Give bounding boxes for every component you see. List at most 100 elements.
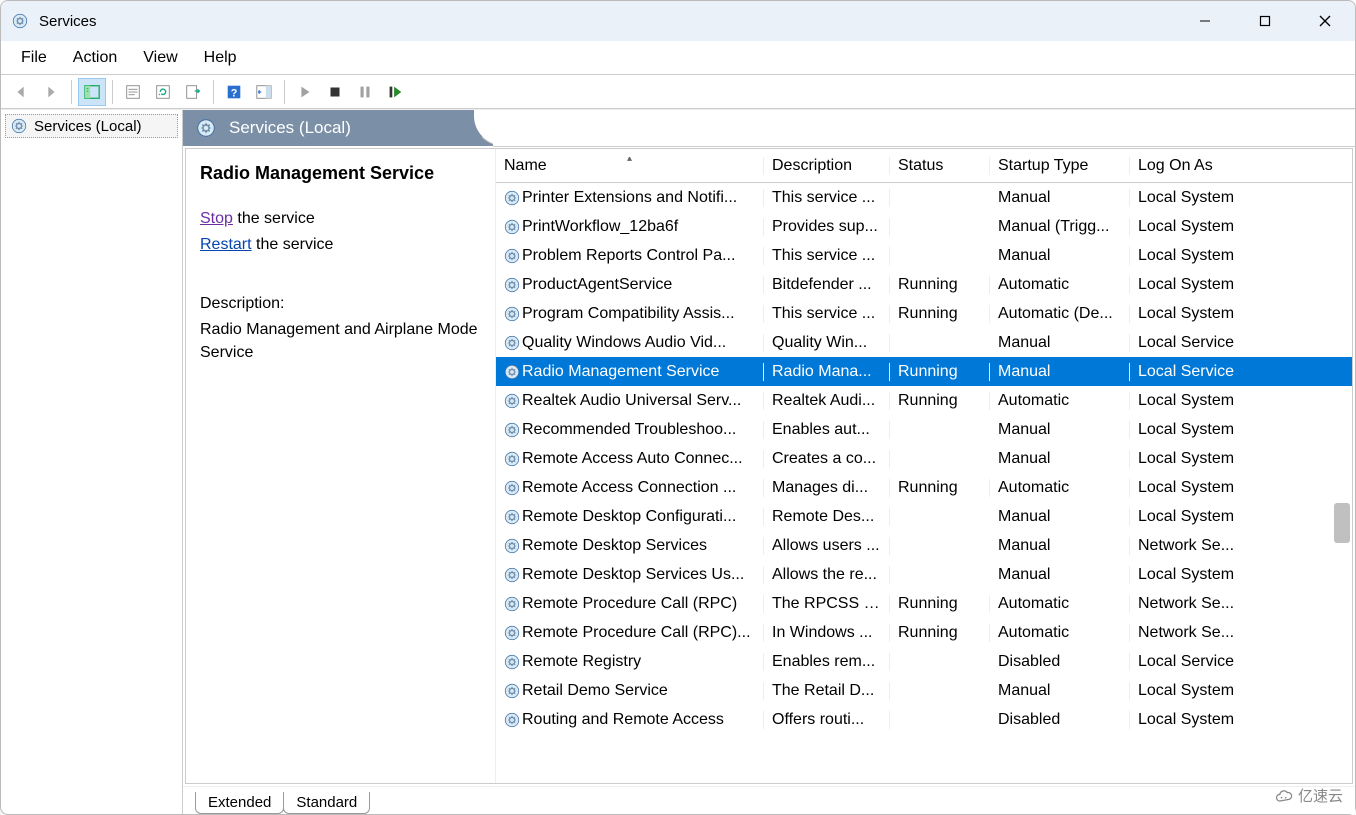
detail-pane-header: Services (Local): [183, 110, 1355, 146]
cell-name-text: Remote Access Connection ...: [522, 479, 755, 497]
scrollbar-thumb[interactable]: [1334, 503, 1350, 543]
cell-name: Radio Management Service: [496, 363, 764, 381]
service-row[interactable]: Radio Management ServiceRadio Mana...Run…: [496, 357, 1352, 386]
cell-startup-type: Automatic: [990, 479, 1130, 497]
stop-service-link[interactable]: Stop: [200, 210, 233, 227]
maximize-button[interactable]: [1235, 1, 1295, 41]
service-row[interactable]: Remote Desktop Services Us...Allows the …: [496, 560, 1352, 589]
service-row[interactable]: Routing and Remote AccessOffers routi...…: [496, 705, 1352, 734]
window-title: Services: [39, 13, 97, 30]
pause-service-button[interactable]: [351, 78, 379, 106]
action-panel: Radio Management Service Stop the servic…: [186, 149, 496, 783]
tab-extended[interactable]: Extended: [195, 792, 284, 814]
restart-service-link[interactable]: Restart: [200, 236, 252, 253]
cell-startup-type: Manual: [990, 537, 1130, 555]
cell-name: Remote Desktop Configurati...: [496, 508, 764, 526]
cell-name: Remote Procedure Call (RPC)...: [496, 624, 764, 642]
toolbar: ?: [1, 75, 1355, 109]
back-button[interactable]: [7, 78, 35, 106]
column-header-status[interactable]: Status: [890, 157, 990, 175]
cell-startup-type: Automatic: [990, 595, 1130, 613]
service-row[interactable]: Remote RegistryEnables rem...DisabledLoc…: [496, 647, 1352, 676]
cell-name-text: Program Compatibility Assis...: [522, 305, 755, 323]
column-header-log-on-as[interactable]: Log On As: [1130, 157, 1270, 175]
service-icon: [498, 189, 522, 207]
cell-startup-type: Automatic: [990, 624, 1130, 642]
properties-button[interactable]: [119, 78, 147, 106]
cell-log-on-as: Local System: [1130, 305, 1270, 323]
help-button[interactable]: ?: [220, 78, 248, 106]
cell-description: The RPCSS s...: [764, 595, 890, 613]
refresh-button[interactable]: [149, 78, 177, 106]
restart-suffix: the service: [252, 236, 334, 253]
cell-description: Realtek Audi...: [764, 392, 890, 410]
service-row[interactable]: Recommended Troubleshoo...Enables aut...…: [496, 415, 1352, 444]
service-icon: [498, 624, 522, 642]
service-row[interactable]: Remote Desktop ServicesAllows users ...M…: [496, 531, 1352, 560]
tree-item-services-local[interactable]: Services (Local): [5, 114, 178, 138]
cell-log-on-as: Local Service: [1130, 363, 1270, 381]
cell-name: Program Compatibility Assis...: [496, 305, 764, 323]
list-body[interactable]: Printer Extensions and Notifi...This ser…: [496, 183, 1352, 783]
column-header-startup-type[interactable]: Startup Type: [990, 157, 1130, 175]
view-tabs: Extended Standard: [183, 786, 1355, 814]
service-row[interactable]: PrintWorkflow_12ba6fProvides sup...Manua…: [496, 212, 1352, 241]
body-area: Services (Local) Services (Local) Radio …: [1, 109, 1355, 814]
app-icon: [11, 12, 29, 30]
cell-startup-type: Manual: [990, 189, 1130, 207]
service-row[interactable]: Remote Access Auto Connec...Creates a co…: [496, 444, 1352, 473]
stop-service-button[interactable]: [321, 78, 349, 106]
cell-name: Quality Windows Audio Vid...: [496, 334, 764, 352]
show-hide-action-pane-button[interactable]: [250, 78, 278, 106]
cell-startup-type: Disabled: [990, 711, 1130, 729]
cell-name: Remote Procedure Call (RPC): [496, 595, 764, 613]
cell-startup-type: Manual: [990, 450, 1130, 468]
cell-status: Running: [890, 392, 990, 410]
description-text: Radio Management and Airplane Mode Servi…: [200, 319, 481, 364]
export-list-button[interactable]: [179, 78, 207, 106]
service-row[interactable]: Problem Reports Control Pa...This servic…: [496, 241, 1352, 270]
menubar: File Action View Help: [1, 41, 1355, 75]
cell-log-on-as: Local System: [1130, 566, 1270, 584]
cloud-icon: [1274, 786, 1294, 806]
forward-button[interactable]: [37, 78, 65, 106]
service-row[interactable]: Realtek Audio Universal Serv...Realtek A…: [496, 386, 1352, 415]
service-icon: [498, 682, 522, 700]
minimize-button[interactable]: [1175, 1, 1235, 41]
service-row[interactable]: ProductAgentServiceBitdefender ...Runnin…: [496, 270, 1352, 299]
service-row[interactable]: Quality Windows Audio Vid...Quality Win.…: [496, 328, 1352, 357]
services-list: ▴ Name Description Status Startup Type L…: [496, 149, 1352, 783]
service-row[interactable]: Retail Demo ServiceThe Retail D...Manual…: [496, 676, 1352, 705]
tab-standard[interactable]: Standard: [283, 792, 370, 814]
column-header-description[interactable]: Description: [764, 157, 890, 175]
column-header-name[interactable]: ▴ Name: [496, 157, 764, 175]
service-row[interactable]: Remote Desktop Configurati...Remote Des.…: [496, 502, 1352, 531]
show-hide-tree-button[interactable]: [78, 78, 106, 106]
cell-log-on-as: Local System: [1130, 247, 1270, 265]
close-button[interactable]: [1295, 1, 1355, 41]
toolbar-separator: [71, 80, 72, 104]
cell-startup-type: Manual: [990, 508, 1130, 526]
service-row[interactable]: Printer Extensions and Notifi...This ser…: [496, 183, 1352, 212]
start-service-button[interactable]: [291, 78, 319, 106]
toolbar-separator: [284, 80, 285, 104]
menu-view[interactable]: View: [133, 49, 187, 67]
service-row[interactable]: Program Compatibility Assis...This servi…: [496, 299, 1352, 328]
cell-name-text: Remote Registry: [522, 653, 755, 671]
service-row[interactable]: Remote Access Connection ...Manages di..…: [496, 473, 1352, 502]
menu-file[interactable]: File: [11, 49, 57, 67]
cell-name: PrintWorkflow_12ba6f: [496, 218, 764, 236]
cell-name-text: Retail Demo Service: [522, 682, 755, 700]
restart-service-button[interactable]: [381, 78, 409, 106]
service-icon: [498, 508, 522, 526]
cell-name: Remote Desktop Services Us...: [496, 566, 764, 584]
cell-log-on-as: Local Service: [1130, 653, 1270, 671]
cell-description: Allows the re...: [764, 566, 890, 584]
menu-action[interactable]: Action: [63, 49, 127, 67]
menu-help[interactable]: Help: [194, 49, 247, 67]
restart-service-line: Restart the service: [200, 234, 481, 256]
service-row[interactable]: Remote Procedure Call (RPC)The RPCSS s..…: [496, 589, 1352, 618]
cell-log-on-as: Network Se...: [1130, 624, 1270, 642]
cell-description: The Retail D...: [764, 682, 890, 700]
service-row[interactable]: Remote Procedure Call (RPC)...In Windows…: [496, 618, 1352, 647]
